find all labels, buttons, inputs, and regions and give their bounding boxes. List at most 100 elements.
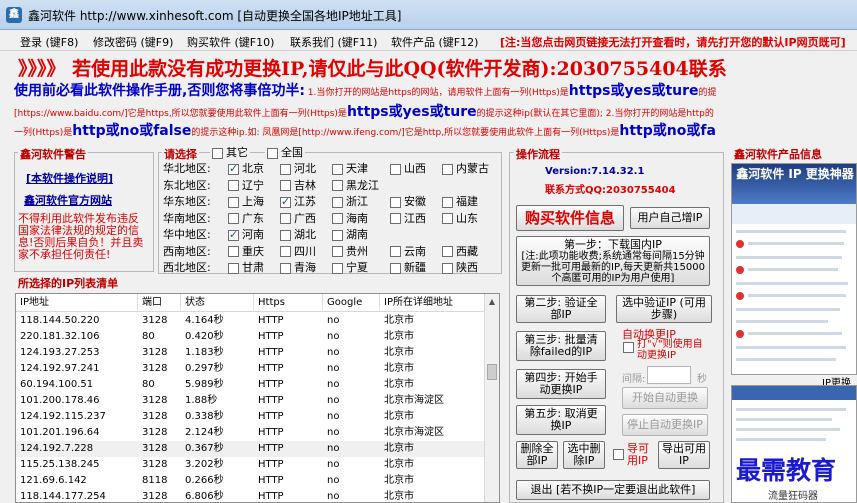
- region-option[interactable]: 山西: [390, 160, 426, 176]
- menu-contact-us[interactable]: 联系我们 (键F11): [290, 34, 377, 50]
- region-checkbox[interactable]: [442, 246, 453, 257]
- region-checkbox[interactable]: [228, 213, 239, 224]
- region-checkbox[interactable]: [280, 246, 291, 257]
- table-row[interactable]: 124.192.115.237 3128 0.338秒 HTTP no 北京市: [16, 409, 486, 425]
- region-option[interactable]: 北京: [228, 160, 264, 176]
- region-option[interactable]: 江西: [390, 210, 426, 226]
- region-checkbox[interactable]: [267, 147, 278, 159]
- region-option[interactable]: 安徽: [390, 193, 426, 209]
- export-checkbox[interactable]: [613, 449, 624, 460]
- ip-list-column-header[interactable]: Google: [323, 294, 380, 312]
- region-checkbox[interactable]: [280, 213, 291, 224]
- region-option[interactable]: 吉林: [280, 177, 316, 193]
- table-row[interactable]: 124.193.27.253 3128 1.183秒 HTTP no 北京市: [16, 345, 486, 361]
- region-option[interactable]: 西藏: [442, 243, 478, 259]
- region-option[interactable]: 陕西: [442, 259, 478, 275]
- table-row[interactable]: 60.194.100.51 80 5.989秒 HTTP no 北京市: [16, 377, 486, 393]
- step4-manual-change-button[interactable]: 第四步: 开始手动更换IP: [516, 369, 606, 399]
- manual-link[interactable]: [本软件操作说明]: [26, 170, 113, 186]
- region-checkbox[interactable]: [442, 262, 453, 274]
- ip-list-column-header[interactable]: 状态: [181, 294, 254, 312]
- ip-list-column-header[interactable]: 端口: [138, 294, 181, 312]
- region-option[interactable]: 贵州: [332, 243, 368, 259]
- region-option[interactable]: 湖北: [280, 226, 316, 242]
- region-checkbox[interactable]: [228, 162, 239, 175]
- region-checkbox[interactable]: [390, 163, 401, 175]
- region-option[interactable]: 福建: [442, 193, 478, 209]
- start-auto-change-button[interactable]: 开始自动更换: [622, 387, 708, 409]
- region-checkbox[interactable]: [280, 262, 291, 274]
- region-option[interactable]: 甘肃: [228, 259, 264, 275]
- verify-selected-button[interactable]: 选中验证IP (可用步骤): [616, 295, 712, 323]
- region-option[interactable]: 海南: [332, 210, 368, 226]
- step3-clear-failed-button[interactable]: 第三步: 批量清除failed的IP: [516, 331, 606, 361]
- region-checkbox[interactable]: [280, 163, 291, 175]
- table-row[interactable]: 124.192.7.228 3128 0.367秒 HTTP no 北京市: [16, 441, 486, 457]
- region-checkbox[interactable]: [442, 196, 453, 208]
- region-checkbox[interactable]: [212, 147, 223, 159]
- region-checkbox[interactable]: [228, 246, 239, 257]
- export-available-ip-button[interactable]: 导出可用IP: [658, 441, 710, 469]
- region-checkbox[interactable]: [280, 229, 291, 241]
- table-row[interactable]: 101.200.178.46 3128 1.88秒 HTTP no 北京市海淀区: [16, 393, 486, 409]
- scroll-thumb[interactable]: [487, 364, 497, 380]
- table-row[interactable]: 121.69.6.142 8118 0.266秒 HTTP no 北京市: [16, 473, 486, 489]
- table-row[interactable]: 124.192.97.241 3128 0.297秒 HTTP no 北京市: [16, 361, 486, 377]
- product-image[interactable]: 鑫河软件 IP 更换神器: [731, 163, 857, 375]
- table-row[interactable]: 118.144.50.220 3128 4.164秒 HTTP no 北京市: [16, 313, 486, 329]
- add-ip-button[interactable]: 用户自己增IP: [630, 207, 710, 229]
- region-option[interactable]: 新疆: [390, 259, 426, 275]
- table-row[interactable]: 101.201.196.64 3128 2.124秒 HTTP no 北京市海淀区: [16, 425, 486, 441]
- ip-list-column-header[interactable]: IP地址: [16, 294, 138, 312]
- region-checkbox[interactable]: [332, 229, 343, 241]
- region-checkbox[interactable]: [390, 213, 401, 224]
- menu-software-products[interactable]: 软件产品 (键F12): [391, 34, 478, 50]
- region-option[interactable]: 河北: [280, 160, 316, 176]
- scroll-up-icon[interactable]: ▲: [485, 294, 499, 309]
- menu-change-password[interactable]: 修改密码 (键F9): [93, 34, 173, 50]
- region-checkbox[interactable]: [332, 213, 343, 224]
- step1-download-button[interactable]: 第一步：下载国内IP [注:此项功能收费;系统通常每间隔15分钟更新一批可用最新…: [516, 236, 710, 286]
- auto-change-checkbox[interactable]: [623, 342, 634, 353]
- region-option[interactable]: 内蒙古: [442, 160, 489, 176]
- ip-list-column-header[interactable]: Https: [254, 294, 323, 312]
- region-option-top[interactable]: 全国: [265, 144, 305, 160]
- delete-selected-ip-button[interactable]: 选中删除IP: [563, 441, 605, 469]
- region-checkbox[interactable]: [228, 180, 239, 191]
- region-checkbox[interactable]: [390, 246, 401, 257]
- table-row[interactable]: 115.25.138.245 3128 3.202秒 HTTP no 北京市: [16, 457, 486, 473]
- region-option[interactable]: 上海: [228, 193, 264, 209]
- step5-cancel-change-button[interactable]: 第五步: 取消更换IP: [516, 405, 606, 435]
- interval-input[interactable]: [647, 366, 691, 384]
- region-checkbox[interactable]: [228, 228, 239, 241]
- region-checkbox[interactable]: [332, 262, 343, 274]
- region-option[interactable]: 青海: [280, 259, 316, 275]
- region-option[interactable]: 重庆: [228, 243, 264, 259]
- region-checkbox[interactable]: [332, 246, 343, 257]
- region-option[interactable]: 天津: [332, 160, 368, 176]
- region-option[interactable]: 广西: [280, 210, 316, 226]
- ip-list-table[interactable]: IP地址 端口 状态 Https Google IP所在详细地址 118.144.50.2…: [15, 293, 500, 503]
- region-checkbox[interactable]: [228, 196, 239, 208]
- table-row[interactable]: 220.181.32.106 80 0.420秒 HTTP no 北京市: [16, 329, 486, 345]
- ip-list-column-header[interactable]: IP所在详细地址: [380, 294, 486, 312]
- region-checkbox[interactable]: [390, 196, 401, 208]
- region-checkbox[interactable]: [332, 163, 343, 175]
- delete-all-ip-button[interactable]: 删除全部IP: [516, 441, 558, 469]
- region-option[interactable]: 河南: [228, 226, 264, 242]
- region-checkbox[interactable]: [390, 262, 401, 274]
- region-option[interactable]: 江苏: [280, 193, 316, 209]
- region-option[interactable]: 湖南: [332, 226, 368, 242]
- menu-login[interactable]: 登录 (键F8): [20, 34, 78, 50]
- exit-button[interactable]: 退出 [若不换IP一定要退出此软件]: [516, 480, 710, 500]
- region-checkbox[interactable]: [280, 180, 291, 191]
- stop-auto-change-button[interactable]: 停止自动更换IP: [622, 414, 708, 436]
- region-option[interactable]: 黑龙江: [332, 177, 379, 193]
- official-site-link[interactable]: 鑫河软件官方网站: [24, 192, 112, 208]
- buy-info-button[interactable]: 购买软件信息: [516, 205, 624, 231]
- region-option[interactable]: 云南: [390, 243, 426, 259]
- region-option-top[interactable]: 其它: [210, 144, 250, 160]
- menu-buy-software[interactable]: 购买软件 (键F10): [187, 34, 274, 50]
- table-row[interactable]: 118.144.177.254 3128 6.806秒 HTTP no 北京市: [16, 489, 486, 502]
- region-option[interactable]: 四川: [280, 243, 316, 259]
